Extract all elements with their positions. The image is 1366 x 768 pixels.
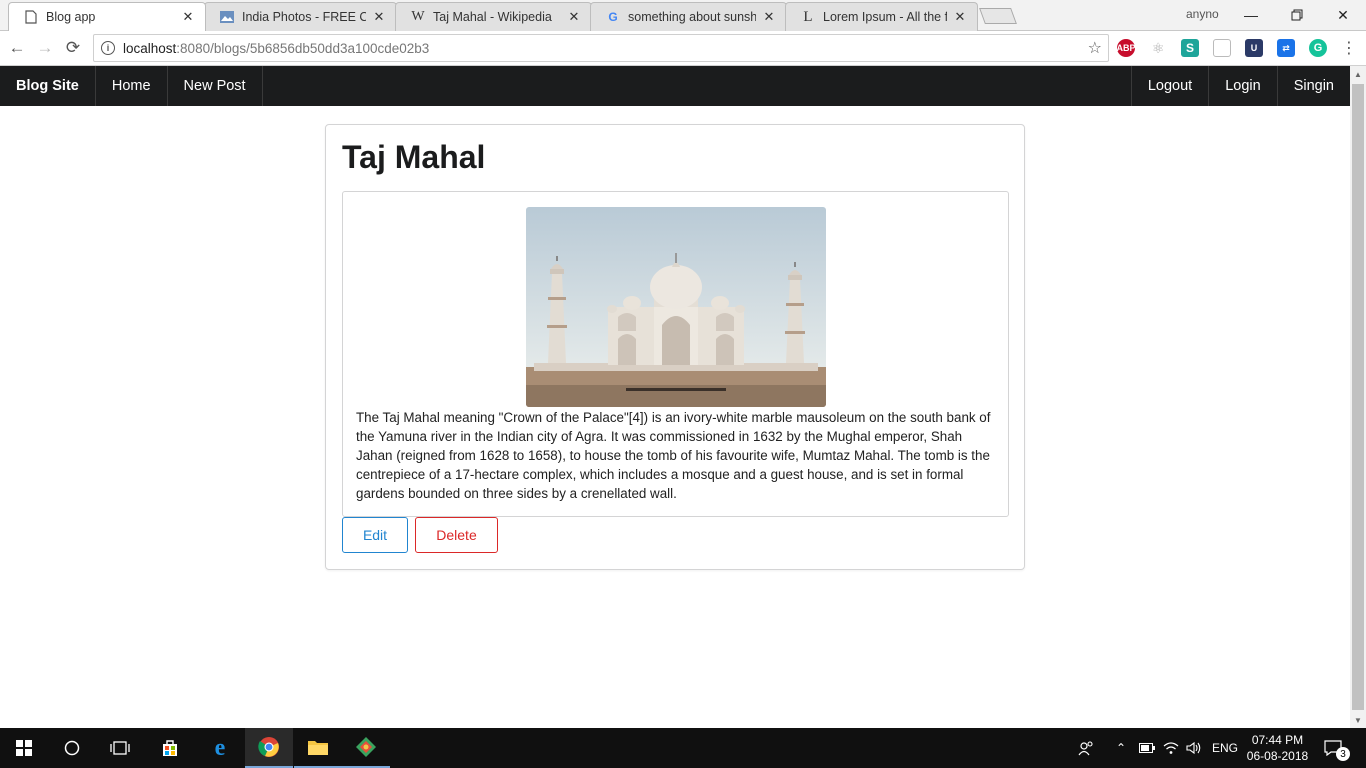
git-kraken-icon[interactable] xyxy=(342,728,390,768)
scroll-down-icon[interactable]: ▼ xyxy=(1350,712,1366,728)
browser-toolbar: ← → ⟳ i localhost:8080/blogs/5b6856db50d… xyxy=(0,31,1366,66)
app-navbar: Blog Site Home New Post Logout Login Sin… xyxy=(0,66,1350,106)
nav-right-group: Logout Login Singin xyxy=(1130,66,1350,106)
forward-icon[interactable]: → xyxy=(33,36,57,60)
notification-center-icon[interactable]: 3 xyxy=(1324,728,1350,768)
info-icon[interactable]: i xyxy=(101,41,115,55)
volume-icon[interactable] xyxy=(1186,728,1202,768)
close-icon[interactable]: ✕ xyxy=(567,9,581,25)
nav-signin[interactable]: Singin xyxy=(1276,66,1350,106)
brand-link[interactable]: Blog Site xyxy=(0,66,96,106)
post-card: Taj Mahal The Taj Mahal meaning "Crown o… xyxy=(325,124,1025,570)
notification-count-badge: 3 xyxy=(1336,747,1350,761)
chrome-icon[interactable] xyxy=(245,728,293,768)
show-hidden-icons-chevron-up-icon[interactable]: ⌃ xyxy=(1116,728,1126,768)
people-icon[interactable] xyxy=(1078,728,1094,768)
edit-button[interactable]: Edit xyxy=(342,517,408,553)
tab-title: Lorem Ipsum - All the fac xyxy=(823,10,947,24)
post-title: Taj Mahal xyxy=(342,139,486,175)
nav-login[interactable]: Login xyxy=(1208,66,1276,106)
post-content-segment: The Taj Mahal meaning "Crown of the Pala… xyxy=(342,191,1009,517)
tab-blog-app[interactable]: Blog app ✕ xyxy=(8,2,206,31)
browser-tab-strip: Blog app ✕ India Photos - FREE Creat ✕ W… xyxy=(0,0,1366,31)
bookmark-star-icon[interactable]: ☆ xyxy=(1088,38,1102,58)
language-indicator[interactable]: ENG xyxy=(1212,728,1238,768)
minimize-icon[interactable]: — xyxy=(1228,0,1274,30)
nav-new-post[interactable]: New Post xyxy=(168,66,263,106)
wikipedia-icon: W xyxy=(411,9,425,24)
u-extension-icon[interactable]: U xyxy=(1245,39,1263,57)
edge-icon[interactable]: e xyxy=(196,728,244,768)
google-icon: G xyxy=(608,10,618,24)
adblock-icon[interactable]: ABP xyxy=(1117,39,1136,57)
windows-start-icon[interactable] xyxy=(0,728,48,768)
windows-taskbar: e ⌃ ENG 07:44 PM 06-08-2018 3 xyxy=(0,728,1366,768)
profile-name[interactable]: anyno xyxy=(1186,7,1219,21)
close-icon[interactable]: ✕ xyxy=(372,9,386,25)
close-icon[interactable]: ✕ xyxy=(762,9,776,25)
tab-title: something about sunshin xyxy=(628,10,756,24)
tab-lorem-ipsum[interactable]: L Lorem Ipsum - All the fac ✕ xyxy=(785,2,978,31)
tab-wikipedia[interactable]: W Taj Mahal - Wikipedia ✕ xyxy=(395,2,592,31)
nav-logout[interactable]: Logout xyxy=(1130,66,1208,106)
photos-icon xyxy=(219,9,235,25)
clock-date: 06-08-2018 xyxy=(1246,749,1309,763)
cortana-search-icon[interactable] xyxy=(48,728,96,768)
post-body-text: The Taj Mahal meaning "Crown of the Pala… xyxy=(356,410,991,501)
close-window-icon[interactable]: ✕ xyxy=(1320,0,1366,30)
post-image xyxy=(526,207,826,407)
page-icon xyxy=(23,9,39,25)
tab-title: India Photos - FREE Creat xyxy=(242,10,366,24)
wifi-icon[interactable] xyxy=(1163,728,1179,768)
scroll-up-icon[interactable]: ▲ xyxy=(1350,66,1366,82)
tab-title: Blog app xyxy=(46,10,96,24)
restore-icon[interactable] xyxy=(1274,0,1320,30)
page-scrollbar[interactable]: ▲ ▼ xyxy=(1350,66,1366,728)
delete-button[interactable]: Delete xyxy=(415,517,498,553)
reload-icon[interactable]: ⟳ xyxy=(61,36,85,60)
menu-kebab-icon[interactable]: ⋮ xyxy=(1337,36,1361,60)
file-explorer-icon[interactable] xyxy=(294,728,342,768)
scrollbar-thumb[interactable] xyxy=(1352,84,1364,710)
lipsum-icon: L xyxy=(803,8,813,25)
battery-icon[interactable] xyxy=(1139,728,1155,768)
task-view-icon[interactable] xyxy=(96,728,144,768)
new-tab-button[interactable] xyxy=(979,8,1017,24)
share-extension-icon[interactable]: ⇄ xyxy=(1277,39,1295,57)
close-icon[interactable]: ✕ xyxy=(953,9,967,25)
tab-title: Taj Mahal - Wikipedia xyxy=(433,10,552,24)
react-devtools-icon[interactable]: ⚛ xyxy=(1149,39,1167,57)
address-bar[interactable]: i localhost:8080/blogs/5b6856db50dd3a100… xyxy=(93,34,1109,62)
extension-icon[interactable] xyxy=(1213,39,1231,57)
system-clock[interactable]: 07:44 PM 06-08-2018 xyxy=(1240,732,1315,764)
tab-google-search[interactable]: G something about sunshin ✕ xyxy=(590,2,787,31)
back-icon[interactable]: ← xyxy=(5,36,29,60)
tab-india-photos[interactable]: India Photos - FREE Creat ✕ xyxy=(204,2,397,31)
s-extension-icon[interactable]: S xyxy=(1181,39,1199,57)
nav-home[interactable]: Home xyxy=(96,66,168,106)
store-icon[interactable] xyxy=(146,728,194,768)
url-text[interactable]: localhost:8080/blogs/5b6856db50dd3a100cd… xyxy=(123,41,429,56)
grammarly-icon[interactable]: G xyxy=(1309,39,1327,57)
clock-time: 07:44 PM xyxy=(1251,733,1304,747)
close-icon[interactable]: ✕ xyxy=(181,9,195,25)
